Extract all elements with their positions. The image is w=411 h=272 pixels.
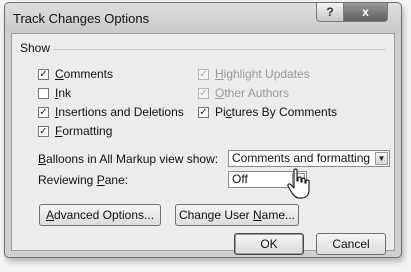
balloons-label: Balloons in All Markup view show: — [38, 152, 219, 166]
help-button[interactable]: ? — [316, 3, 344, 22]
reviewing-pane-label: Reviewing Pane: — [38, 173, 129, 187]
reviewing-pane-dropdown-value: Off — [232, 172, 248, 186]
checkbox-highlight-updates[interactable]: ✓ Highlight Updates — [198, 66, 310, 82]
show-group-label: Show — [20, 41, 54, 55]
checkbox-highlight-updates-label: Highlight Updates — [215, 67, 310, 81]
title-bar[interactable]: Track Changes Options ? x — [5, 3, 401, 33]
change-user-name-button[interactable]: Change User Name... — [175, 204, 299, 226]
cancel-button[interactable]: Cancel — [316, 233, 386, 255]
hand-pointer-icon — [287, 168, 310, 199]
chevron-down-icon[interactable]: ▼ — [375, 152, 388, 165]
checkbox-comments-label: Comments — [55, 67, 114, 81]
checkbox-highlight-updates-box[interactable]: ✓ — [198, 68, 209, 80]
show-group-divider — [52, 49, 386, 50]
checkbox-insertions-deletions-label: Insertions and Deletions — [55, 105, 184, 119]
checkbox-formatting-box[interactable]: ✓ — [38, 125, 49, 137]
checkbox-formatting[interactable]: ✓ Formatting — [38, 123, 112, 139]
close-button[interactable]: x — [343, 3, 388, 22]
checkbox-ink-box[interactable] — [38, 87, 49, 99]
checkbox-ink-label: Ink — [55, 86, 72, 100]
checkbox-insertions-deletions[interactable]: ✓ Insertions and Deletions — [38, 104, 184, 120]
checkbox-other-authors-label: Other Authors — [215, 86, 290, 100]
checkbox-insertions-deletions-box[interactable]: ✓ — [38, 106, 49, 118]
advanced-options-button[interactable]: Advanced Options... — [39, 204, 161, 226]
checkbox-other-authors[interactable]: ✓ Other Authors — [198, 85, 289, 101]
dialog-body: Show ✓ Comments Ink ✓ Insertions and Del… — [11, 33, 395, 255]
checkbox-ink[interactable]: Ink — [38, 85, 71, 101]
balloons-dropdown[interactable]: Comments and formatting ▼ — [228, 150, 390, 167]
track-changes-dialog: Track Changes Options ? x Show ✓ Comment… — [4, 2, 402, 258]
balloons-dropdown-value: Comments and formatting — [232, 151, 371, 165]
checkbox-pictures-by-comments-box[interactable]: ✓ — [198, 106, 209, 118]
checkbox-comments-box[interactable]: ✓ — [38, 68, 49, 80]
checkbox-comments[interactable]: ✓ Comments — [38, 66, 113, 82]
checkbox-pictures-by-comments[interactable]: ✓ Pictures By Comments — [198, 104, 337, 120]
checkbox-other-authors-box[interactable]: ✓ — [198, 87, 209, 99]
dialog-title: Track Changes Options — [13, 11, 150, 26]
checkbox-pictures-by-comments-label: Pictures By Comments — [215, 105, 338, 119]
ok-button[interactable]: OK — [234, 233, 304, 255]
checkbox-formatting-label: Formatting — [55, 124, 113, 138]
